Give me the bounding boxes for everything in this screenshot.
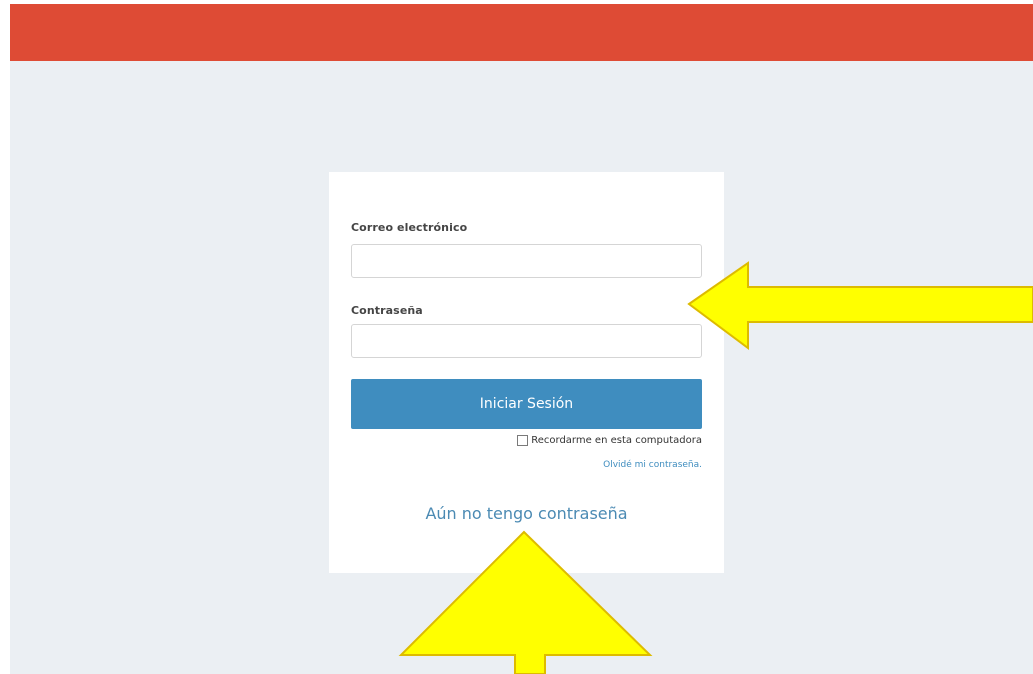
password-label: Contraseña xyxy=(351,304,423,317)
login-button[interactable]: Iniciar Sesión xyxy=(351,379,702,429)
password-field[interactable] xyxy=(351,324,702,358)
email-label: Correo electrónico xyxy=(351,221,468,234)
login-card: Correo electrónico Contraseña Iniciar Se… xyxy=(329,172,724,573)
no-password-link[interactable]: Aún no tengo contraseña xyxy=(329,504,724,523)
login-page: Correo electrónico Contraseña Iniciar Se… xyxy=(0,0,1033,674)
remember-label: Recordarme en esta computadora xyxy=(531,435,702,446)
forgot-password-link[interactable]: Olvidé mi contraseña. xyxy=(603,460,702,470)
remember-checkbox[interactable] xyxy=(517,435,529,446)
remember-row[interactable]: Recordarme en esta computadora xyxy=(517,435,702,446)
email-field[interactable] xyxy=(351,244,702,278)
top-bar xyxy=(10,4,1033,61)
